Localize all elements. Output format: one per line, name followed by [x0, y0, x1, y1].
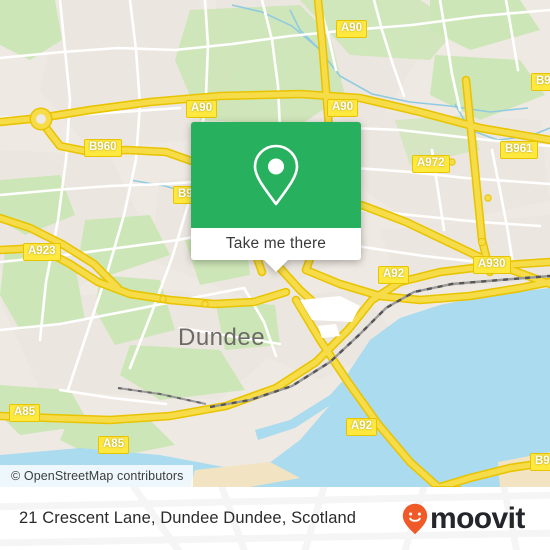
road-shield-b960: B960: [84, 139, 122, 157]
road-shield-a972: A972: [412, 155, 450, 173]
map-pin-icon: [253, 144, 299, 206]
road-shield-a85: A85: [9, 404, 41, 422]
road-shield-a85: A85: [98, 436, 130, 454]
road-shield-a92: A92: [378, 266, 410, 284]
road-shield-b946: B946: [530, 453, 550, 471]
map-roundabout: [29, 107, 53, 131]
popup-pin-panel: [191, 122, 361, 228]
map-attribution: © OpenStreetMap contributors: [0, 465, 193, 487]
take-me-there-label: Take me there: [225, 235, 327, 252]
road-shield-b961: B961: [531, 73, 550, 91]
road-shield-a92: A92: [346, 418, 378, 436]
svg-text:moovit: moovit: [430, 502, 525, 535]
road-shield-a90: A90: [336, 20, 368, 38]
road-shield-a90: A90: [186, 100, 218, 118]
road-shield-a923: A923: [23, 243, 61, 261]
moovit-pin-icon: [402, 503, 428, 534]
road-shield-b961: B961: [500, 141, 538, 159]
take-me-there-button[interactable]: Take me there: [191, 228, 361, 260]
popup-pointer-tail: [264, 260, 288, 272]
moovit-map-page: Dundee A90B961A90A90B960B961A972B960A923…: [0, 0, 550, 550]
page-footer: 21 Crescent Lane, Dundee Dundee, Scotlan…: [0, 487, 550, 550]
map-attribution-text: © OpenStreetMap contributors: [11, 469, 184, 483]
road-shield-a930: A930: [473, 256, 511, 274]
road-shield-a90: A90: [327, 99, 359, 117]
map-place-label-dundee: Dundee: [178, 324, 265, 351]
location-popup-card[interactable]: Take me there: [191, 122, 361, 272]
moovit-logo[interactable]: moovit: [402, 487, 534, 550]
address-label: 21 Crescent Lane, Dundee Dundee, Scotlan…: [19, 487, 356, 550]
address-text: 21 Crescent Lane, Dundee Dundee, Scotlan…: [19, 509, 357, 527]
moovit-wordmark: moovit: [430, 502, 526, 535]
